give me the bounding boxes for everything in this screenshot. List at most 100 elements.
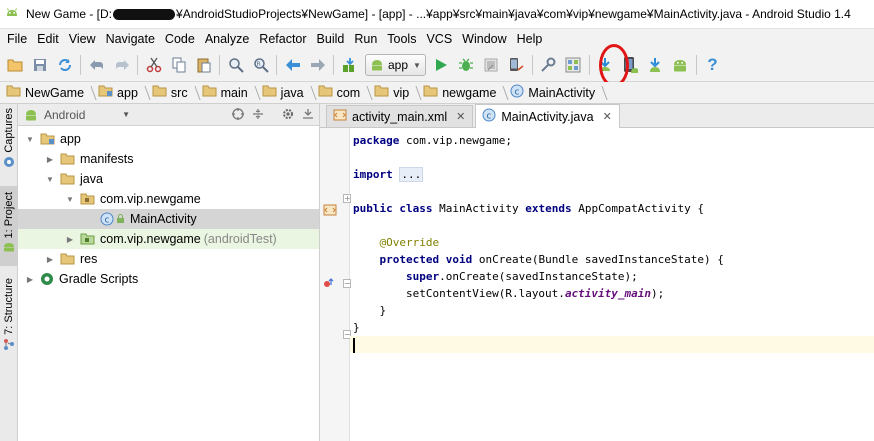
expanded-arrow-icon[interactable]: ▼ bbox=[44, 175, 56, 184]
menu-navigate[interactable]: Navigate bbox=[101, 32, 160, 46]
tree-item-app[interactable]: ▼ app bbox=[18, 129, 319, 149]
menu-run[interactable]: Run bbox=[349, 32, 382, 46]
breadcrumb-item-vip[interactable]: vip bbox=[370, 83, 419, 103]
coverage-icon[interactable] bbox=[481, 55, 501, 75]
window-title: New Game - [D: ¥AndroidStudioProjects¥New… bbox=[26, 7, 851, 21]
help-icon[interactable]: ? bbox=[702, 55, 722, 75]
editor-tab-mainactivity-java[interactable]: c MainActivity.java ✕ bbox=[475, 104, 620, 128]
menu-view[interactable]: View bbox=[64, 32, 101, 46]
code-editor[interactable]: package com.vip.newgame; import ... publ… bbox=[350, 128, 874, 441]
menu-refactor[interactable]: Refactor bbox=[254, 32, 311, 46]
tree-item-gradle-scripts[interactable]: ▶ Gradle Scripts bbox=[18, 269, 319, 289]
editor-tab-activity-main-xml[interactable]: activity_main.xml ✕ bbox=[326, 105, 474, 127]
class-icon: c bbox=[482, 108, 496, 125]
sdk-manager-icon[interactable] bbox=[563, 55, 583, 75]
code-line: import ... bbox=[353, 167, 424, 182]
tree-item-com-vip-newgame[interactable]: ▼ com.vip.newgame bbox=[18, 189, 319, 209]
replace-icon[interactable]: R bbox=[251, 55, 271, 75]
expanded-arrow-icon[interactable]: ▼ bbox=[64, 195, 76, 204]
redo-icon[interactable] bbox=[112, 55, 132, 75]
tree-item-manifests[interactable]: ▶ manifests bbox=[18, 149, 319, 169]
open-folder-icon[interactable] bbox=[5, 55, 25, 75]
run-icon[interactable] bbox=[431, 55, 451, 75]
run-config-selector[interactable]: app ▼ bbox=[365, 54, 426, 76]
android-icon bbox=[372, 60, 382, 71]
collapse-all-icon[interactable] bbox=[251, 107, 265, 121]
toolbar-separator bbox=[219, 55, 220, 75]
breadcrumb-item-main[interactable]: main bbox=[198, 83, 258, 103]
structure-tab[interactable]: 7: Structure bbox=[0, 272, 18, 352]
tree-item-mainactivity[interactable]: c MainActivity bbox=[18, 209, 319, 229]
menu-edit[interactable]: Edit bbox=[32, 32, 64, 46]
undo-icon[interactable] bbox=[87, 55, 107, 75]
project-structure-icon[interactable] bbox=[538, 55, 558, 75]
project-panel: Android ▼ ▼ app ▶ manifests ▼ java ▼ com.vip.ne… bbox=[18, 104, 320, 441]
collapsed-arrow-icon[interactable]: ▶ bbox=[44, 155, 56, 164]
find-icon[interactable] bbox=[226, 55, 246, 75]
hide-panel-icon[interactable] bbox=[301, 107, 315, 121]
menu-tools[interactable]: Tools bbox=[382, 32, 421, 46]
folder-icon bbox=[152, 85, 167, 100]
captures-tab[interactable]: Captures bbox=[0, 108, 18, 180]
scroll-from-source-icon[interactable] bbox=[231, 107, 245, 121]
menu-window[interactable]: Window bbox=[457, 32, 511, 46]
project-panel-header: Android ▼ bbox=[18, 104, 319, 126]
code-line: } bbox=[379, 304, 387, 317]
save-all-icon[interactable] bbox=[30, 55, 50, 75]
breadcrumb-item-src[interactable]: src bbox=[148, 83, 198, 103]
collapsed-arrow-icon[interactable]: ▶ bbox=[64, 235, 76, 244]
menu-help[interactable]: Help bbox=[512, 32, 548, 46]
breadcrumb-item-newgame[interactable]: newgame bbox=[419, 83, 506, 103]
collapsed-arrow-icon[interactable]: ▶ bbox=[44, 255, 56, 264]
expanded-arrow-icon[interactable]: ▼ bbox=[24, 135, 36, 144]
menu-analyze[interactable]: Analyze bbox=[200, 32, 254, 46]
breadcrumb-item-com[interactable]: com bbox=[314, 83, 371, 103]
breadcrumb-item-mainactivity[interactable]: c MainActivity bbox=[506, 83, 605, 103]
copy-icon[interactable] bbox=[169, 55, 189, 75]
back-icon[interactable] bbox=[283, 55, 303, 75]
settings-gear-icon[interactable] bbox=[281, 107, 295, 121]
menu-file[interactable]: File bbox=[2, 32, 32, 46]
override-marker-icon[interactable] bbox=[323, 277, 335, 289]
project-view-label: Android bbox=[44, 107, 86, 122]
menu-code[interactable]: Code bbox=[160, 32, 200, 46]
tree-item-label: com.vip.newgame bbox=[100, 232, 201, 246]
close-icon[interactable]: ✕ bbox=[603, 110, 612, 123]
make-project-icon[interactable] bbox=[340, 55, 360, 75]
folder-icon bbox=[202, 85, 217, 100]
breadcrumb-item-app[interactable]: app bbox=[94, 83, 148, 103]
collapsed-arrow-icon[interactable]: ▶ bbox=[24, 275, 36, 284]
folded-imports[interactable]: ... bbox=[399, 167, 424, 182]
sdk-download-icon[interactable] bbox=[645, 55, 665, 75]
left-tool-window-bar: Captures 1: Project 7: Structure bbox=[0, 104, 18, 441]
close-icon[interactable]: ✕ bbox=[456, 110, 465, 123]
dropdown-arrow-icon: ▼ bbox=[122, 110, 130, 119]
tree-item-com-vip-newgame[interactable]: ▶ com.vip.newgame (androidTest) bbox=[18, 229, 319, 249]
lock-icon bbox=[117, 214, 124, 223]
toolbar-separator bbox=[137, 55, 138, 75]
toolbar-separator bbox=[276, 55, 277, 75]
cut-icon[interactable] bbox=[144, 55, 164, 75]
project-tab[interactable]: 1: Project bbox=[0, 186, 18, 266]
menu-vcs[interactable]: VCS bbox=[421, 32, 457, 46]
main-toolbar: R app ▼ ? bbox=[0, 49, 874, 82]
breadcrumb-item-newgame[interactable]: NewGame bbox=[2, 83, 94, 103]
tree-item-label: Gradle Scripts bbox=[59, 272, 139, 286]
tree-item-label: res bbox=[80, 252, 98, 266]
activity-layout-icon[interactable] bbox=[323, 203, 337, 217]
menu-build[interactable]: Build bbox=[312, 32, 350, 46]
tree-item-java[interactable]: ▼ java bbox=[18, 169, 319, 189]
paste-icon[interactable] bbox=[194, 55, 214, 75]
sync-icon[interactable] bbox=[55, 55, 75, 75]
debug-icon[interactable] bbox=[456, 55, 476, 75]
tree-item-res[interactable]: ▶ res bbox=[18, 249, 319, 269]
breadcrumb-item-java[interactable]: java bbox=[258, 83, 314, 103]
android-device-monitor-icon[interactable] bbox=[670, 55, 690, 75]
folder-icon bbox=[60, 253, 75, 265]
redacted-username bbox=[113, 9, 176, 21]
attach-debugger-icon[interactable] bbox=[506, 55, 526, 75]
forward-icon[interactable] bbox=[308, 55, 328, 75]
project-view-dropdown[interactable]: Android ▼ bbox=[24, 106, 130, 124]
toolbar-separator bbox=[333, 55, 334, 75]
folder-icon bbox=[374, 85, 389, 100]
